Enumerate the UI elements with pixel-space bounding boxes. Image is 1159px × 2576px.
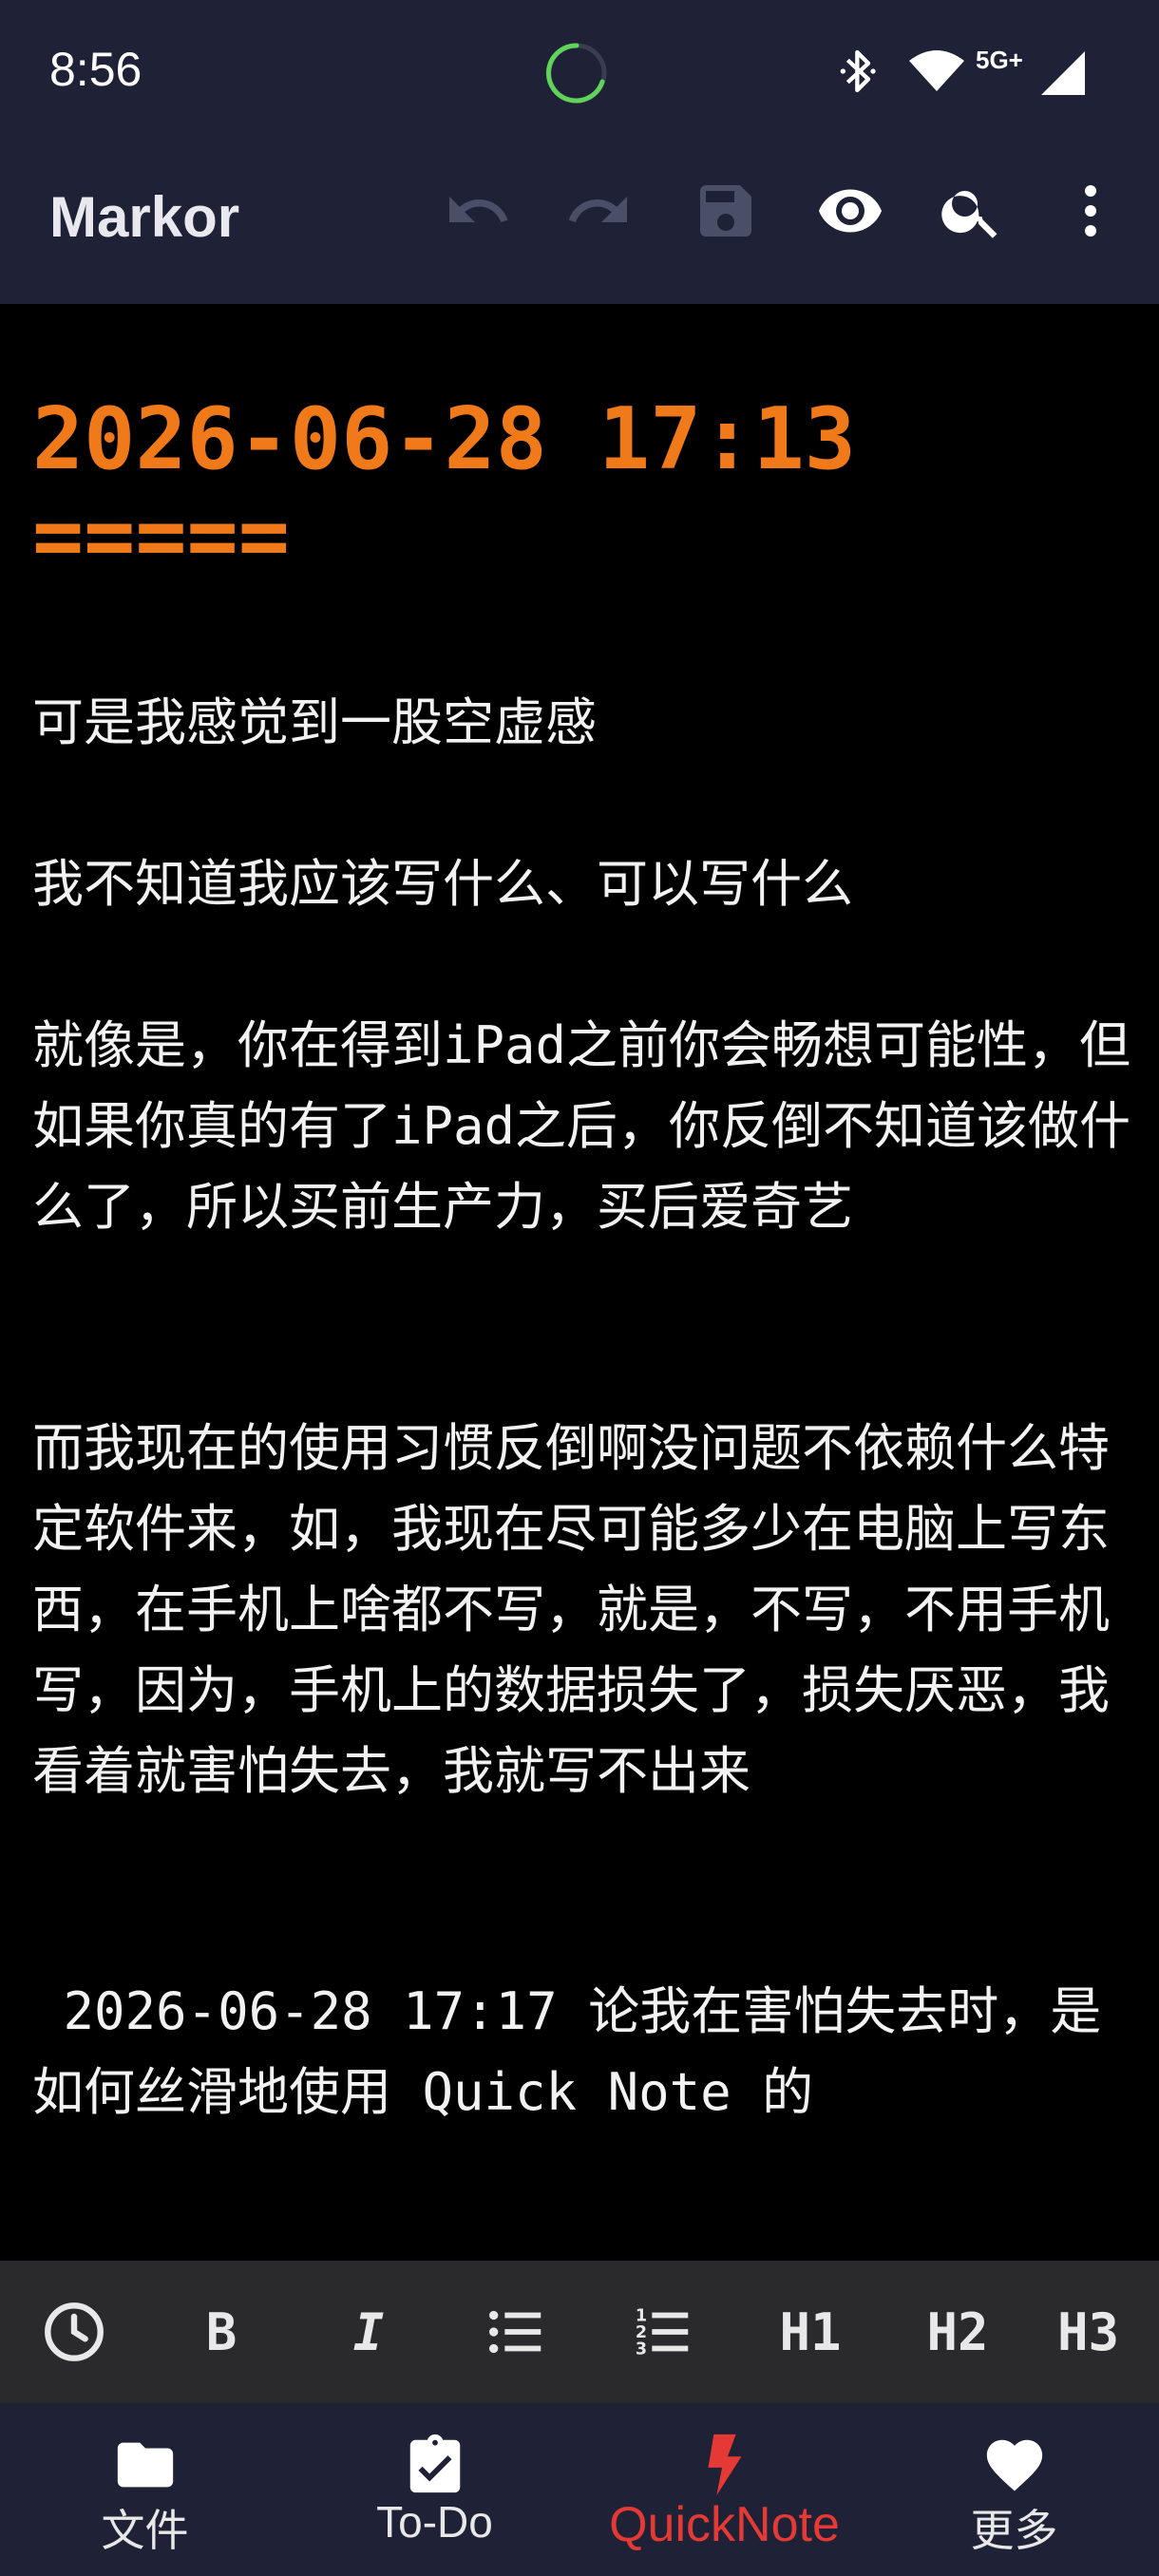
heading-underline: ===== [32, 486, 290, 586]
status-time: 8:56 [49, 43, 142, 96]
bold-button[interactable]: B [174, 2289, 269, 2375]
network-type-label: 5G+ [976, 46, 1023, 74]
app-title: Markor [49, 185, 240, 249]
cell-signal-icon [1041, 51, 1085, 95]
nav-label-quicknote: QuickNote [609, 2497, 840, 2552]
nav-label-more: 更多 [970, 2506, 1058, 2555]
formatting-toolbar: B I 1 2 3 H1 H2 H3 [0, 2261, 1159, 2403]
italic-button[interactable]: I [321, 2289, 416, 2375]
clipboard-check-icon [409, 2434, 461, 2493]
more-vert-icon[interactable] [1054, 175, 1127, 247]
paragraph-1: 可是我感觉到一股空虚感 [32, 692, 597, 752]
folder-icon [117, 2442, 174, 2488]
bulleted-list-icon [489, 2310, 542, 2354]
numbered-list-icon: 1 2 3 [636, 2306, 689, 2358]
redo-icon[interactable] [562, 175, 635, 247]
nav-tab-files[interactable]: 文件 [0, 2403, 290, 2576]
svg-text:3: 3 [636, 2339, 647, 2358]
paragraph-5: 2026-06-28 17:17 论我在害怕失去时，是如何丝滑地使用 Quick… [32, 1981, 1102, 2122]
paragraph-4: 而我现在的使用习惯反倒啊没问题不依赖什么特定软件来，如，我现在尽可能多少在电脑上… [32, 1418, 1110, 1801]
clock-icon [45, 2302, 104, 2361]
heading-1-button[interactable]: H1 [763, 2289, 858, 2375]
wifi-icon [909, 50, 964, 91]
numbered-list-button[interactable]: 1 2 3 [616, 2289, 711, 2375]
app-toolbar: Markor [0, 142, 1159, 304]
search-icon[interactable] [936, 175, 1008, 247]
heading-3-button[interactable]: H3 [1057, 2289, 1159, 2375]
nav-tab-more[interactable]: 更多 [869, 2403, 1159, 2576]
insert-datetime-button[interactable] [27, 2289, 122, 2375]
bulleted-list-button[interactable] [468, 2289, 563, 2375]
note-heading: 2026-06-28 17:13 [32, 389, 856, 489]
bottom-navigation: 文件 To-Do QuickNote 更多 [0, 2403, 1159, 2576]
nav-tab-quicknote[interactable]: QuickNote [580, 2403, 869, 2576]
bluetooth-icon [840, 49, 876, 93]
editor-text-area[interactable]: 2026-06-28 17:13 ===== 可是我感觉到一股空虚感 我不知道我… [0, 304, 1159, 2261]
nav-tab-todo[interactable]: To-Do [290, 2403, 580, 2576]
lightning-icon [708, 2434, 742, 2496]
undo-icon[interactable] [442, 175, 514, 247]
heading-2-button[interactable]: H2 [910, 2289, 1005, 2375]
nav-label-files: 文件 [101, 2506, 189, 2555]
paragraph-2: 我不知道我应该写什么、可以写什么 [32, 854, 853, 914]
status-bar: 8:56 5G+ [0, 0, 1159, 142]
nav-label-todo: To-Do [376, 2497, 493, 2547]
loading-spinner-icon [545, 43, 607, 104]
save-icon[interactable] [690, 175, 762, 247]
heart-icon [986, 2439, 1043, 2491]
preview-eye-icon[interactable] [814, 175, 886, 247]
paragraph-3: 就像是，你在得到iPad之前你会畅想可能性，但如果你真的有了iPad之后，你反倒… [32, 1015, 1131, 1237]
